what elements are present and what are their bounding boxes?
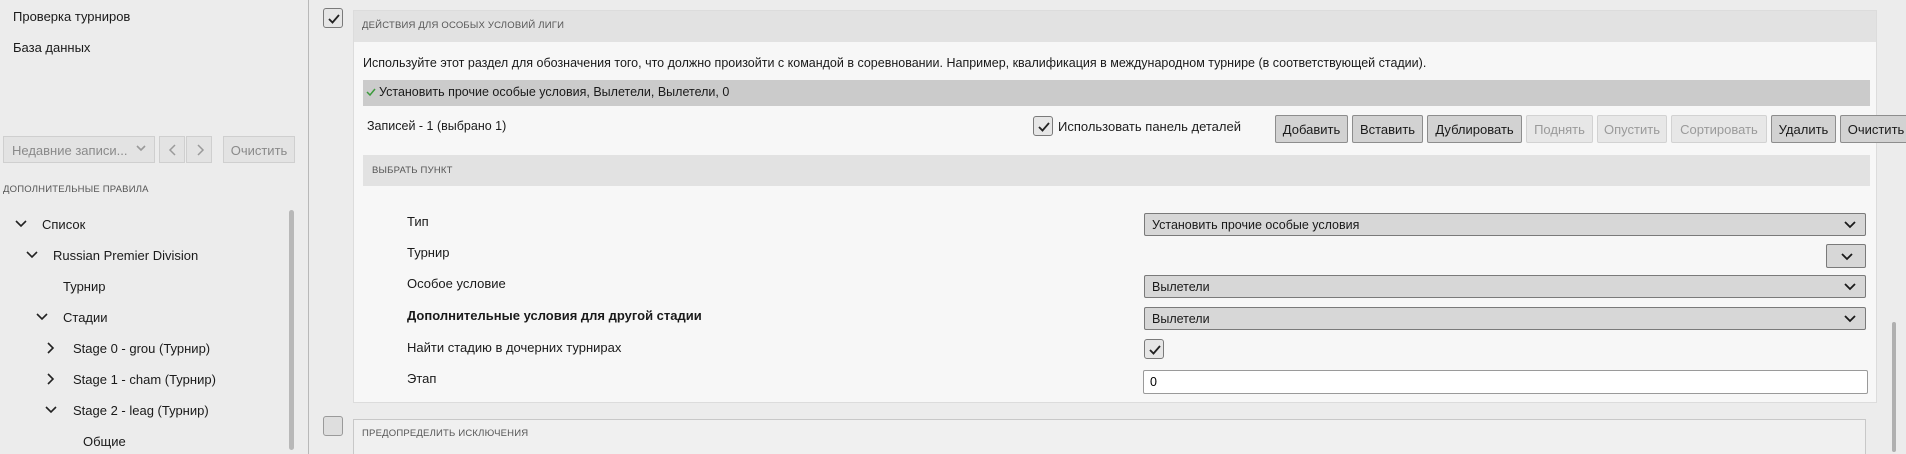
main-scrollbar[interactable] [1892, 322, 1896, 452]
extra-conditions-label: Дополнительные условия для другой стадии [407, 308, 702, 323]
sidebar: Проверка турниров База данных Недавние з… [0, 0, 309, 454]
use-details-label: Использовать панель деталей [1058, 119, 1241, 134]
checkmark-icon [366, 88, 376, 97]
checkmark-icon [1038, 122, 1050, 132]
nav-link-tournament-check[interactable]: Проверка турниров [13, 9, 130, 24]
recent-forward-button[interactable] [186, 136, 212, 163]
tree-item-stage-1[interactable]: Stage 1 - cham (Турнир) [73, 372, 216, 387]
chevron-down-icon [1844, 315, 1856, 323]
tree-item-general[interactable]: Общие [83, 434, 126, 449]
chevron-left-icon [168, 144, 176, 156]
clear-recent-button[interactable]: Очистить [223, 136, 295, 163]
move-down-button[interactable]: Опустить [1597, 115, 1667, 143]
records-count: Записей - 1 (выбрано 1) [367, 119, 507, 133]
use-details-checkbox[interactable] [1033, 116, 1053, 136]
find-stage-label: Найти стадию в дочерних турнирах [407, 340, 622, 355]
nav-link-database[interactable]: База данных [13, 40, 90, 55]
panel2-enable-checkbox[interactable] [323, 416, 343, 436]
chevron-down-icon[interactable] [44, 403, 58, 417]
chevron-right-icon [197, 144, 205, 156]
extra-conditions-value: Вылетели [1152, 312, 1210, 326]
recent-back-button[interactable] [159, 136, 185, 163]
add-button[interactable]: Добавить [1275, 115, 1348, 143]
special-condition-label: Особое условие [407, 276, 506, 291]
special-conditions-panel: ДЕЙСТВИЯ ДЛЯ ОСОБЫХ УСЛОВИЙ ЛИГИ Использ… [353, 10, 1906, 403]
move-up-button[interactable]: Поднять [1526, 115, 1593, 143]
panel2-title: ПРЕДОПРЕДЕЛИТЬ ИСКЛЮЧЕНИЯ [362, 428, 529, 439]
list-item[interactable]: Установить прочие особые условия, Вылете… [363, 80, 1870, 106]
chevron-down-icon [136, 145, 146, 152]
panel1-title: ДЕЙСТВИЯ ДЛЯ ОСОБЫХ УСЛОВИЙ ЛИГИ [362, 20, 565, 31]
item-detail-title: ВЫБРАТЬ ПУНКТ [372, 165, 453, 176]
sort-button[interactable]: Сортировать [1671, 115, 1767, 143]
find-stage-checkbox[interactable] [1144, 339, 1164, 359]
checkmark-icon [328, 14, 340, 24]
sidebar-scrollbar[interactable] [289, 210, 294, 450]
extra-conditions-select[interactable]: Вылетели [1144, 307, 1866, 330]
clear-button[interactable]: Очистить [1840, 115, 1906, 143]
list-item-label: Установить прочие особые условия, Вылете… [379, 85, 730, 99]
item-detail-panel: ВЫБРАТЬ ПУНКТ Тип Установить прочие особ… [363, 155, 1870, 396]
tree-item-russian-premier-division[interactable]: Russian Premier Division [53, 248, 198, 263]
recent-records-select[interactable]: Недавние записи... [3, 136, 155, 163]
tree-item-tournament[interactable]: Турнир [63, 279, 105, 294]
section-title-extra-rules: ДОПОЛНИТЕЛЬНЫЕ ПРАВИЛА [3, 184, 149, 195]
chevron-right-icon[interactable] [44, 341, 58, 355]
tree-item-list[interactable]: Список [42, 217, 85, 232]
tree-item-stage-2[interactable]: Stage 2 - leag (Турнир) [73, 403, 209, 418]
stage-input[interactable] [1143, 370, 1868, 394]
type-select[interactable]: Установить прочие особые условия [1144, 213, 1866, 236]
chevron-down-icon[interactable] [35, 310, 49, 324]
checkmark-icon [1149, 345, 1161, 355]
chevron-right-icon[interactable] [44, 372, 58, 386]
item-detail-header: ВЫБРАТЬ ПУНКТ [363, 155, 1870, 186]
special-condition-value: Вылетели [1152, 280, 1210, 294]
chevron-down-icon [1844, 221, 1856, 229]
chevron-down-icon[interactable] [25, 248, 39, 262]
panel1-header: ДЕЙСТВИЯ ДЛЯ ОСОБЫХ УСЛОВИЙ ЛИГИ [354, 11, 1876, 42]
delete-button[interactable]: Удалить [1771, 115, 1836, 143]
tree-item-stages[interactable]: Стадии [63, 310, 108, 325]
tree-item-stage-0[interactable]: Stage 0 - grou (Турнир) [73, 341, 210, 356]
type-label: Тип [407, 214, 429, 229]
insert-button[interactable]: Вставить [1352, 115, 1423, 143]
predefine-exceptions-panel: ПРЕДОПРЕДЕЛИТЬ ИСКЛЮЧЕНИЯ [353, 419, 1866, 454]
special-condition-select[interactable]: Вылетели [1144, 275, 1866, 298]
chevron-down-icon [1844, 283, 1856, 291]
panel1-description: Используйте этот раздел для обозначения … [363, 56, 1427, 70]
type-select-value: Установить прочие особые условия [1152, 218, 1360, 232]
recent-records-label: Недавние записи... [12, 143, 128, 158]
duplicate-button[interactable]: Дублировать [1427, 115, 1522, 143]
stage-label: Этап [407, 371, 437, 386]
chevron-down-icon[interactable] [14, 217, 28, 231]
tournament-select[interactable] [1826, 244, 1866, 268]
panel1-enable-checkbox[interactable] [323, 8, 343, 28]
chevron-down-icon [1841, 253, 1853, 261]
tournament-label: Турнир [407, 245, 450, 260]
main-content: ДЕЙСТВИЯ ДЛЯ ОСОБЫХ УСЛОВИЙ ЛИГИ Использ… [310, 0, 1906, 454]
